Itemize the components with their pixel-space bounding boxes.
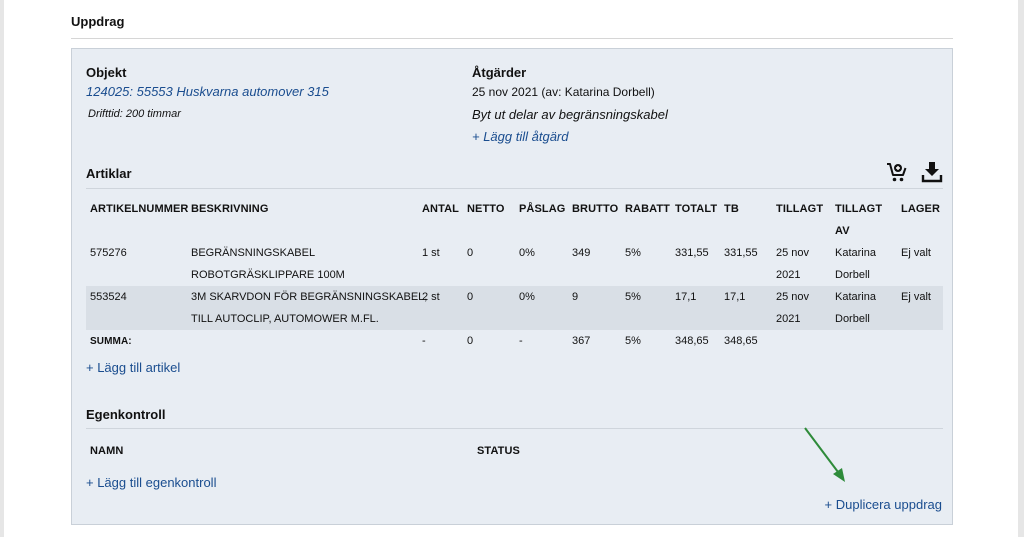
row-2-totalt: 17,1 [675,291,697,303]
artiklar-heading: Artiklar [86,166,132,181]
col-brutto: BRUTTO [572,203,619,215]
duplicate-uppdrag-link[interactable]: + Duplicera uppdrag [825,497,942,512]
row-2-brutto: 9 [572,291,579,303]
col-tillagt: TILLAGT [776,203,824,215]
col-tillagt-av: TILLAGT [835,203,883,215]
drifttid-text: Drifttid: 200 timmar [88,108,181,120]
row-2-tillagt-2: 2021 [776,313,801,325]
row-1-tillagt: 25 nov [776,247,810,259]
row-1-tb: 331,55 [724,247,758,259]
row-1-tillagt-2: 2021 [776,269,801,281]
objekt-heading: Objekt [86,65,127,80]
col-artikelnummer: ARTIKELNUMMER [90,203,189,215]
egenkontroll-heading: Egenkontroll [86,407,166,422]
row-1-brutto: 349 [572,247,591,259]
col-tillagt-av-2: AV [835,225,850,237]
summa-antal: - [422,335,426,347]
col-totalt: TOTALT [675,203,718,215]
row-1-artikelnummer-link[interactable]: 575276 [90,247,127,259]
title-divider [71,38,953,39]
summa-paslag: - [519,335,523,347]
row-2-beskrivning-2: TILL AUTOCLIP, AUTOMOWER M.FL. [191,313,379,325]
row-1-rabatt: 5% [625,247,641,259]
row-1-tillagt-av-2: Dorbell [835,269,870,281]
row-2-tillagt: 25 nov [776,291,810,303]
page-title: Uppdrag [71,14,125,29]
row-2-tillagt-av-2: Dorbell [835,313,870,325]
objekt-link[interactable]: 124025: 55553 Huskvarna automover 315 [86,84,329,99]
col-namn: NAMN [90,445,124,457]
col-antal: ANTAL [422,203,459,215]
row-1-beskrivning: BEGRÄNSNINGSKABEL [191,247,316,259]
annotation-arrow-icon [804,427,845,482]
add-egenkontroll-link[interactable]: + Lägg till egenkontroll [86,475,216,490]
col-paslag: PÅSLAG [519,203,566,215]
summa-label: SUMMA: [90,336,132,347]
cart-add-icon[interactable] [886,161,908,183]
row-1-totalt: 331,55 [675,247,709,259]
col-netto: NETTO [467,203,505,215]
atgard-date: 25 nov 2021 (av: Katarina Dorbell) [472,85,655,99]
artiklar-divider [86,188,943,189]
summa-netto: 0 [467,335,474,347]
row-1-beskrivning-2: ROBOTGRÄSKLIPPARE 100M [191,269,345,281]
add-artikel-link[interactable]: + Lägg till artikel [86,360,180,375]
row-2-beskrivning: 3M SKARVDON FÖR BEGRÄNSNINGSKABEL, [191,291,428,303]
col-status: STATUS [477,445,520,457]
row-1-lager: Ej valt [901,247,931,259]
summa-rabatt: 5% [625,335,641,347]
col-tb: TB [724,203,739,215]
summa-brutto: 367 [572,335,591,347]
col-beskrivning: BESKRIVNING [191,203,269,215]
row-2-lager: Ej valt [901,291,931,303]
atgarder-heading: Åtgärder [472,65,527,80]
row-1-netto: 0 [467,247,474,259]
row-1-paslag: 0% [519,247,535,259]
download-icon[interactable] [921,161,943,183]
row-2-artikelnummer-link[interactable]: 553524 [90,291,127,303]
add-atgard-link[interactable]: + Lägg till åtgärd [472,129,568,144]
row-2-rabatt: 5% [625,291,641,303]
col-lager: LAGER [901,203,940,215]
atgard-description: Byt ut delar av begränsningskabel [472,107,668,122]
row-1-antal: 1 st [422,247,440,259]
summa-totalt: 348,65 [675,335,709,347]
row-2-netto: 0 [467,291,474,303]
row-1-tillagt-av: Katarina [835,247,876,259]
row-2-tillagt-av: Katarina [835,291,876,303]
summa-tb: 348,65 [724,335,758,347]
col-rabatt: RABATT [625,203,670,215]
row-2-antal: 2 st [422,291,440,303]
row-2-tb: 17,1 [724,291,746,303]
row-2-paslag: 0% [519,291,535,303]
